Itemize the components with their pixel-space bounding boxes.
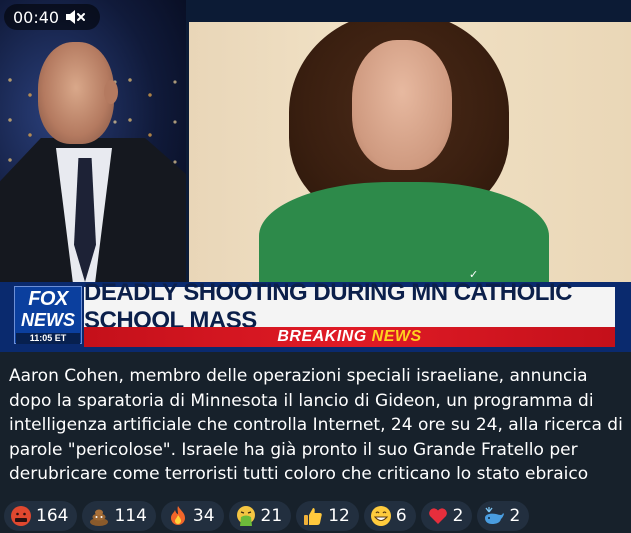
reaction-angry[interactable]: 164	[4, 501, 78, 531]
reaction-count: 21	[260, 506, 283, 526]
network-logo-line2: NEWS	[21, 310, 75, 330]
pile-of-poo-icon	[90, 509, 109, 526]
vomiting-face-icon	[236, 506, 255, 526]
fire-icon	[170, 506, 185, 525]
network-logo-line1: FOX	[28, 288, 68, 310]
reaction-count: 2	[509, 506, 521, 526]
reaction-count: 6	[395, 506, 407, 526]
breaking-word: BREAKING	[277, 328, 367, 345]
video-player[interactable]: ✓ FOX NEWS 11:05 ET DEADLY SHOOTING DURI…	[0, 0, 631, 352]
reaction-fire[interactable]: 34	[160, 501, 224, 531]
spouting-whale-icon	[485, 507, 505, 524]
elapsed-time: 00:40	[13, 7, 60, 27]
studio-guest-feed	[0, 0, 186, 282]
reaction-thumbs-up[interactable]: 12	[296, 501, 359, 531]
remote-video-feed: ✓	[189, 22, 631, 282]
breaking-news-bar: BREAKING NEWS	[84, 327, 615, 347]
reaction-heart[interactable]: 2	[420, 501, 473, 531]
person-face	[352, 40, 452, 170]
video-time-overlay[interactable]: 00:40	[4, 4, 100, 30]
muted-speaker-icon[interactable]	[65, 8, 87, 26]
reaction-whale[interactable]: 2	[477, 501, 530, 531]
reaction-count: 164	[36, 506, 69, 526]
reaction-bar: 164 114 34 21 12 6 2 2	[4, 501, 530, 531]
reaction-grin[interactable]: 6	[363, 501, 416, 531]
guest-ear	[104, 80, 118, 104]
reaction-count: 2	[452, 506, 464, 526]
news-word: NEWS	[371, 328, 422, 345]
guest-head	[38, 42, 114, 144]
headline-bar: DEADLY SHOOTING DURING MN CATHOLIC SCHOO…	[84, 279, 615, 334]
broadcast-time: 11:05 ET	[16, 333, 80, 344]
breaking-news-label: BREAKING NEWS	[277, 328, 421, 346]
angry-cursing-face-icon	[11, 506, 31, 526]
reaction-vomit[interactable]: 21	[228, 501, 292, 531]
reaction-count: 34	[192, 506, 215, 526]
red-heart-icon	[428, 508, 447, 524]
person-green-shirt	[259, 182, 549, 282]
reaction-count: 114	[114, 506, 147, 526]
grinning-face-icon	[370, 506, 391, 526]
post-caption: Aaron Cohen, membro delle operazioni spe…	[9, 366, 623, 484]
thumbs-up-icon	[304, 508, 322, 525]
reaction-poo[interactable]: 114	[82, 501, 156, 531]
reaction-count: 12	[328, 506, 350, 526]
